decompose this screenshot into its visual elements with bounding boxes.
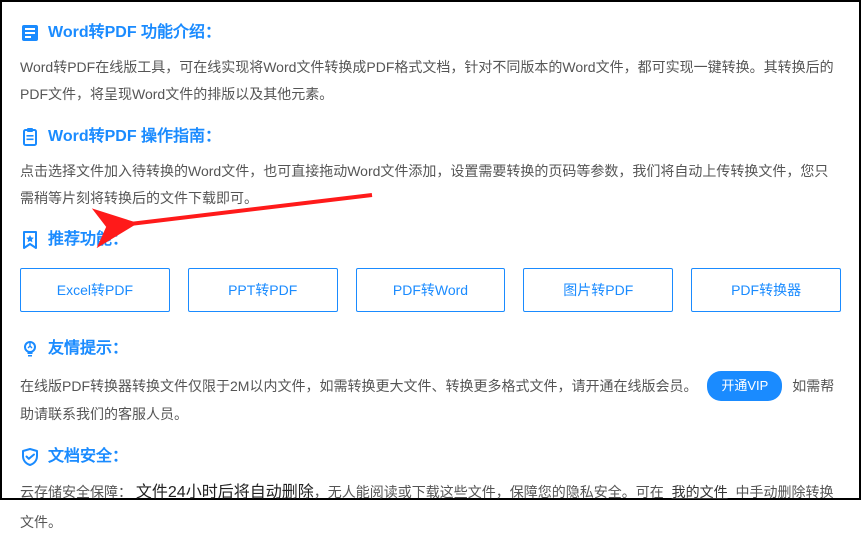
security-pre: 云存储安全保障： <box>20 484 132 500</box>
clipboard-icon <box>20 127 40 147</box>
tips-paragraph: 在线版PDF转换器转换文件仅限于2M以内文件，如需转换更大文件、转换更多格式文件… <box>20 371 841 428</box>
section-intro-label: Word转PDF 功能介绍： <box>48 18 221 48</box>
open-vip-button[interactable]: 开通VIP <box>707 371 782 402</box>
security-mid: ，无人能阅读或下载这些文件，保障您的隐私安全。可在 <box>314 484 664 500</box>
star-bookmark-icon <box>20 230 40 250</box>
tips-text-before: 在线版PDF转换器转换文件仅限于2M以内文件，如需转换更大文件、转换更多格式文件… <box>20 378 697 394</box>
section-tips-label: 友情提示： <box>48 334 128 364</box>
section-recommend-title: 推荐功能： <box>20 225 841 255</box>
security-bold: 文件24小时后将自动删除 <box>136 484 314 501</box>
recommend-button-row: Excel转PDF PPT转PDF PDF转Word 图片转PDF PDF转换器 <box>20 268 841 313</box>
lightbulb-icon <box>20 339 40 359</box>
section-guide-label: Word转PDF 操作指南： <box>48 122 221 152</box>
section-tips-title: 友情提示： <box>20 334 841 364</box>
btn-ppt-to-pdf[interactable]: PPT转PDF <box>188 268 338 313</box>
my-files-link[interactable]: 我的文件 <box>672 484 728 500</box>
section-intro-title: Word转PDF 功能介绍： <box>20 18 841 48</box>
intro-paragraph: Word转PDF在线版工具，可在线实现将Word文件转换成PDF格式文档，针对不… <box>20 54 841 107</box>
section-guide-title: Word转PDF 操作指南： <box>20 122 841 152</box>
btn-pdf-to-word[interactable]: PDF转Word <box>356 268 506 313</box>
btn-excel-to-pdf[interactable]: Excel转PDF <box>20 268 170 313</box>
guide-paragraph: 点击选择文件加入待转换的Word文件，也可直接拖动Word文件添加，设置需要转换… <box>20 158 841 211</box>
section-security-label: 文档安全： <box>48 442 128 472</box>
section-recommend-label: 推荐功能： <box>48 225 128 255</box>
shield-icon <box>20 447 40 467</box>
section-security-title: 文档安全： <box>20 442 841 472</box>
document-icon <box>20 23 40 43</box>
security-paragraph: 云存储安全保障： 文件24小时后将自动删除，无人能阅读或下载这些文件，保障您的隐… <box>20 478 841 535</box>
btn-image-to-pdf[interactable]: 图片转PDF <box>523 268 673 313</box>
btn-pdf-converter[interactable]: PDF转换器 <box>691 268 841 313</box>
